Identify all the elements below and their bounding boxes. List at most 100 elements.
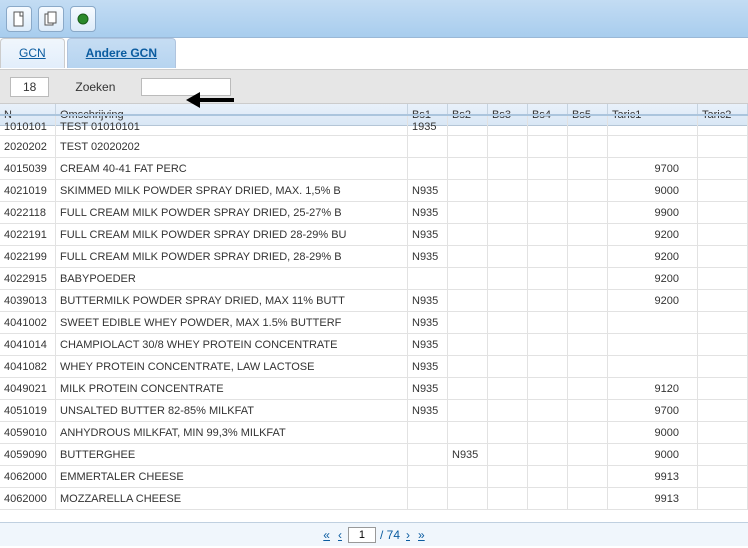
table-cell: 4062000 <box>0 466 56 488</box>
table-cell: MILK PROTEIN CONCENTRATE <box>56 378 408 400</box>
table-row[interactable]: 4059010ANHYDROUS MILKFAT, MIN 99,3% MILK… <box>0 422 748 444</box>
table-cell <box>568 334 608 356</box>
table-row[interactable]: 4041082WHEY PROTEIN CONCENTRATE, LAW LAC… <box>0 356 748 378</box>
table-cell <box>448 466 488 488</box>
table-cell <box>448 136 488 158</box>
table-row[interactable]: 4021019SKIMMED MILK POWDER SPRAY DRIED, … <box>0 180 748 202</box>
table-cell: 9000 <box>608 444 698 466</box>
table-cell: 4022199 <box>0 246 56 268</box>
page-first[interactable]: « <box>321 528 332 542</box>
table-row[interactable]: 4022191FULL CREAM MILK POWDER SPRAY DRIE… <box>0 224 748 246</box>
table-cell <box>528 378 568 400</box>
table-cell <box>528 400 568 422</box>
table-cell <box>448 116 488 138</box>
table-cell <box>448 312 488 334</box>
table-cell <box>698 356 748 378</box>
table-cell <box>698 116 748 138</box>
table-cell: N935 <box>448 444 488 466</box>
table-row[interactable]: 4022118FULL CREAM MILK POWDER SPRAY DRIE… <box>0 202 748 224</box>
table-cell <box>408 488 448 510</box>
page-last[interactable]: » <box>416 528 427 542</box>
table-row[interactable]: 4039013BUTTERMILK POWDER SPRAY DRIED, MA… <box>0 290 748 312</box>
table-cell: 2020202 <box>0 136 56 158</box>
page-prev[interactable]: ‹ <box>336 528 344 542</box>
tab-andere-gcn[interactable]: Andere GCN <box>67 38 176 68</box>
data-grid: N Omschrijving Bs1 Bs2 Bs3 Bs4 Bs5 Taric… <box>0 104 748 522</box>
tab-label: GCN <box>19 46 46 60</box>
table-cell: 9913 <box>608 488 698 510</box>
table-cell <box>448 224 488 246</box>
page-input[interactable] <box>348 527 376 543</box>
page-next[interactable]: › <box>404 528 412 542</box>
table-cell <box>568 356 608 378</box>
table-cell <box>568 268 608 290</box>
table-cell <box>698 290 748 312</box>
table-cell <box>488 422 528 444</box>
search-label: Zoeken <box>75 80 115 94</box>
table-cell <box>528 158 568 180</box>
table-cell: ANHYDROUS MILKFAT, MIN 99,3% MILKFAT <box>56 422 408 444</box>
table-cell: 4049021 <box>0 378 56 400</box>
table-cell: 4021019 <box>0 180 56 202</box>
table-cell <box>528 202 568 224</box>
table-row[interactable]: 4041002SWEET EDIBLE WHEY POWDER, MAX 1.5… <box>0 312 748 334</box>
table-cell: 9700 <box>608 158 698 180</box>
table-cell <box>448 488 488 510</box>
table-cell <box>608 116 698 138</box>
table-cell: N935 <box>408 356 448 378</box>
table-cell <box>448 422 488 444</box>
table-cell: N935 <box>408 400 448 422</box>
table-cell: 4059090 <box>0 444 56 466</box>
table-row[interactable]: 4049021MILK PROTEIN CONCENTRATEN9359120 <box>0 378 748 400</box>
copy-button[interactable] <box>38 6 64 32</box>
table-cell <box>608 312 698 334</box>
run-button[interactable] <box>70 6 96 32</box>
table-cell <box>568 290 608 312</box>
table-cell <box>528 422 568 444</box>
table-cell <box>698 422 748 444</box>
table-cell: 4022118 <box>0 202 56 224</box>
table-cell: TEST 02020202 <box>56 136 408 158</box>
table-row[interactable]: 4062000EMMERTALER CHEESE9913 <box>0 466 748 488</box>
table-cell <box>568 466 608 488</box>
table-cell <box>488 136 528 158</box>
table-cell <box>448 356 488 378</box>
table-cell <box>568 246 608 268</box>
table-cell: FULL CREAM MILK POWDER SPRAY DRIED 28-29… <box>56 224 408 246</box>
new-button[interactable] <box>6 6 32 32</box>
table-cell <box>488 290 528 312</box>
grid-body: 1010101TEST 0101010119352020202TEST 0202… <box>0 114 748 510</box>
table-cell <box>568 444 608 466</box>
table-row[interactable]: 4059090BUTTERGHEEN9359000 <box>0 444 748 466</box>
table-cell <box>528 246 568 268</box>
table-row[interactable]: 2020202TEST 02020202 <box>0 136 748 158</box>
tab-gcn[interactable]: GCN <box>0 38 65 68</box>
table-cell: N935 <box>408 334 448 356</box>
table-row[interactable]: 4022199FULL CREAM MILK POWDER SPRAY DRIE… <box>0 246 748 268</box>
table-row[interactable]: 4062000MOZZARELLA CHEESE9913 <box>0 488 748 510</box>
table-cell <box>448 180 488 202</box>
table-cell <box>698 444 748 466</box>
search-input[interactable] <box>141 78 231 96</box>
table-cell: N935 <box>408 202 448 224</box>
table-row[interactable]: 1010101TEST 010101011935 <box>0 114 748 136</box>
table-cell <box>698 246 748 268</box>
table-cell <box>528 312 568 334</box>
table-cell: 9913 <box>608 466 698 488</box>
table-cell <box>408 422 448 444</box>
table-row[interactable]: 4015039CREAM 40-41 FAT PERC9700 <box>0 158 748 180</box>
table-cell <box>448 400 488 422</box>
table-row[interactable]: 4041014CHAMPIOLACT 30/8 WHEY PROTEIN CON… <box>0 334 748 356</box>
table-row[interactable]: 4022915BABYPOEDER9200 <box>0 268 748 290</box>
table-cell: 9900 <box>608 202 698 224</box>
table-cell: CHAMPIOLACT 30/8 WHEY PROTEIN CONCENTRAT… <box>56 334 408 356</box>
table-cell: 4039013 <box>0 290 56 312</box>
table-cell: N935 <box>408 246 448 268</box>
table-cell: 1010101 <box>0 116 56 138</box>
table-cell <box>448 378 488 400</box>
table-cell: TEST 01010101 <box>56 116 408 138</box>
table-row[interactable]: 4051019UNSALTED BUTTER 82-85% MILKFATN93… <box>0 400 748 422</box>
table-cell <box>488 246 528 268</box>
table-cell <box>528 290 568 312</box>
table-cell: 1935 <box>408 116 448 138</box>
